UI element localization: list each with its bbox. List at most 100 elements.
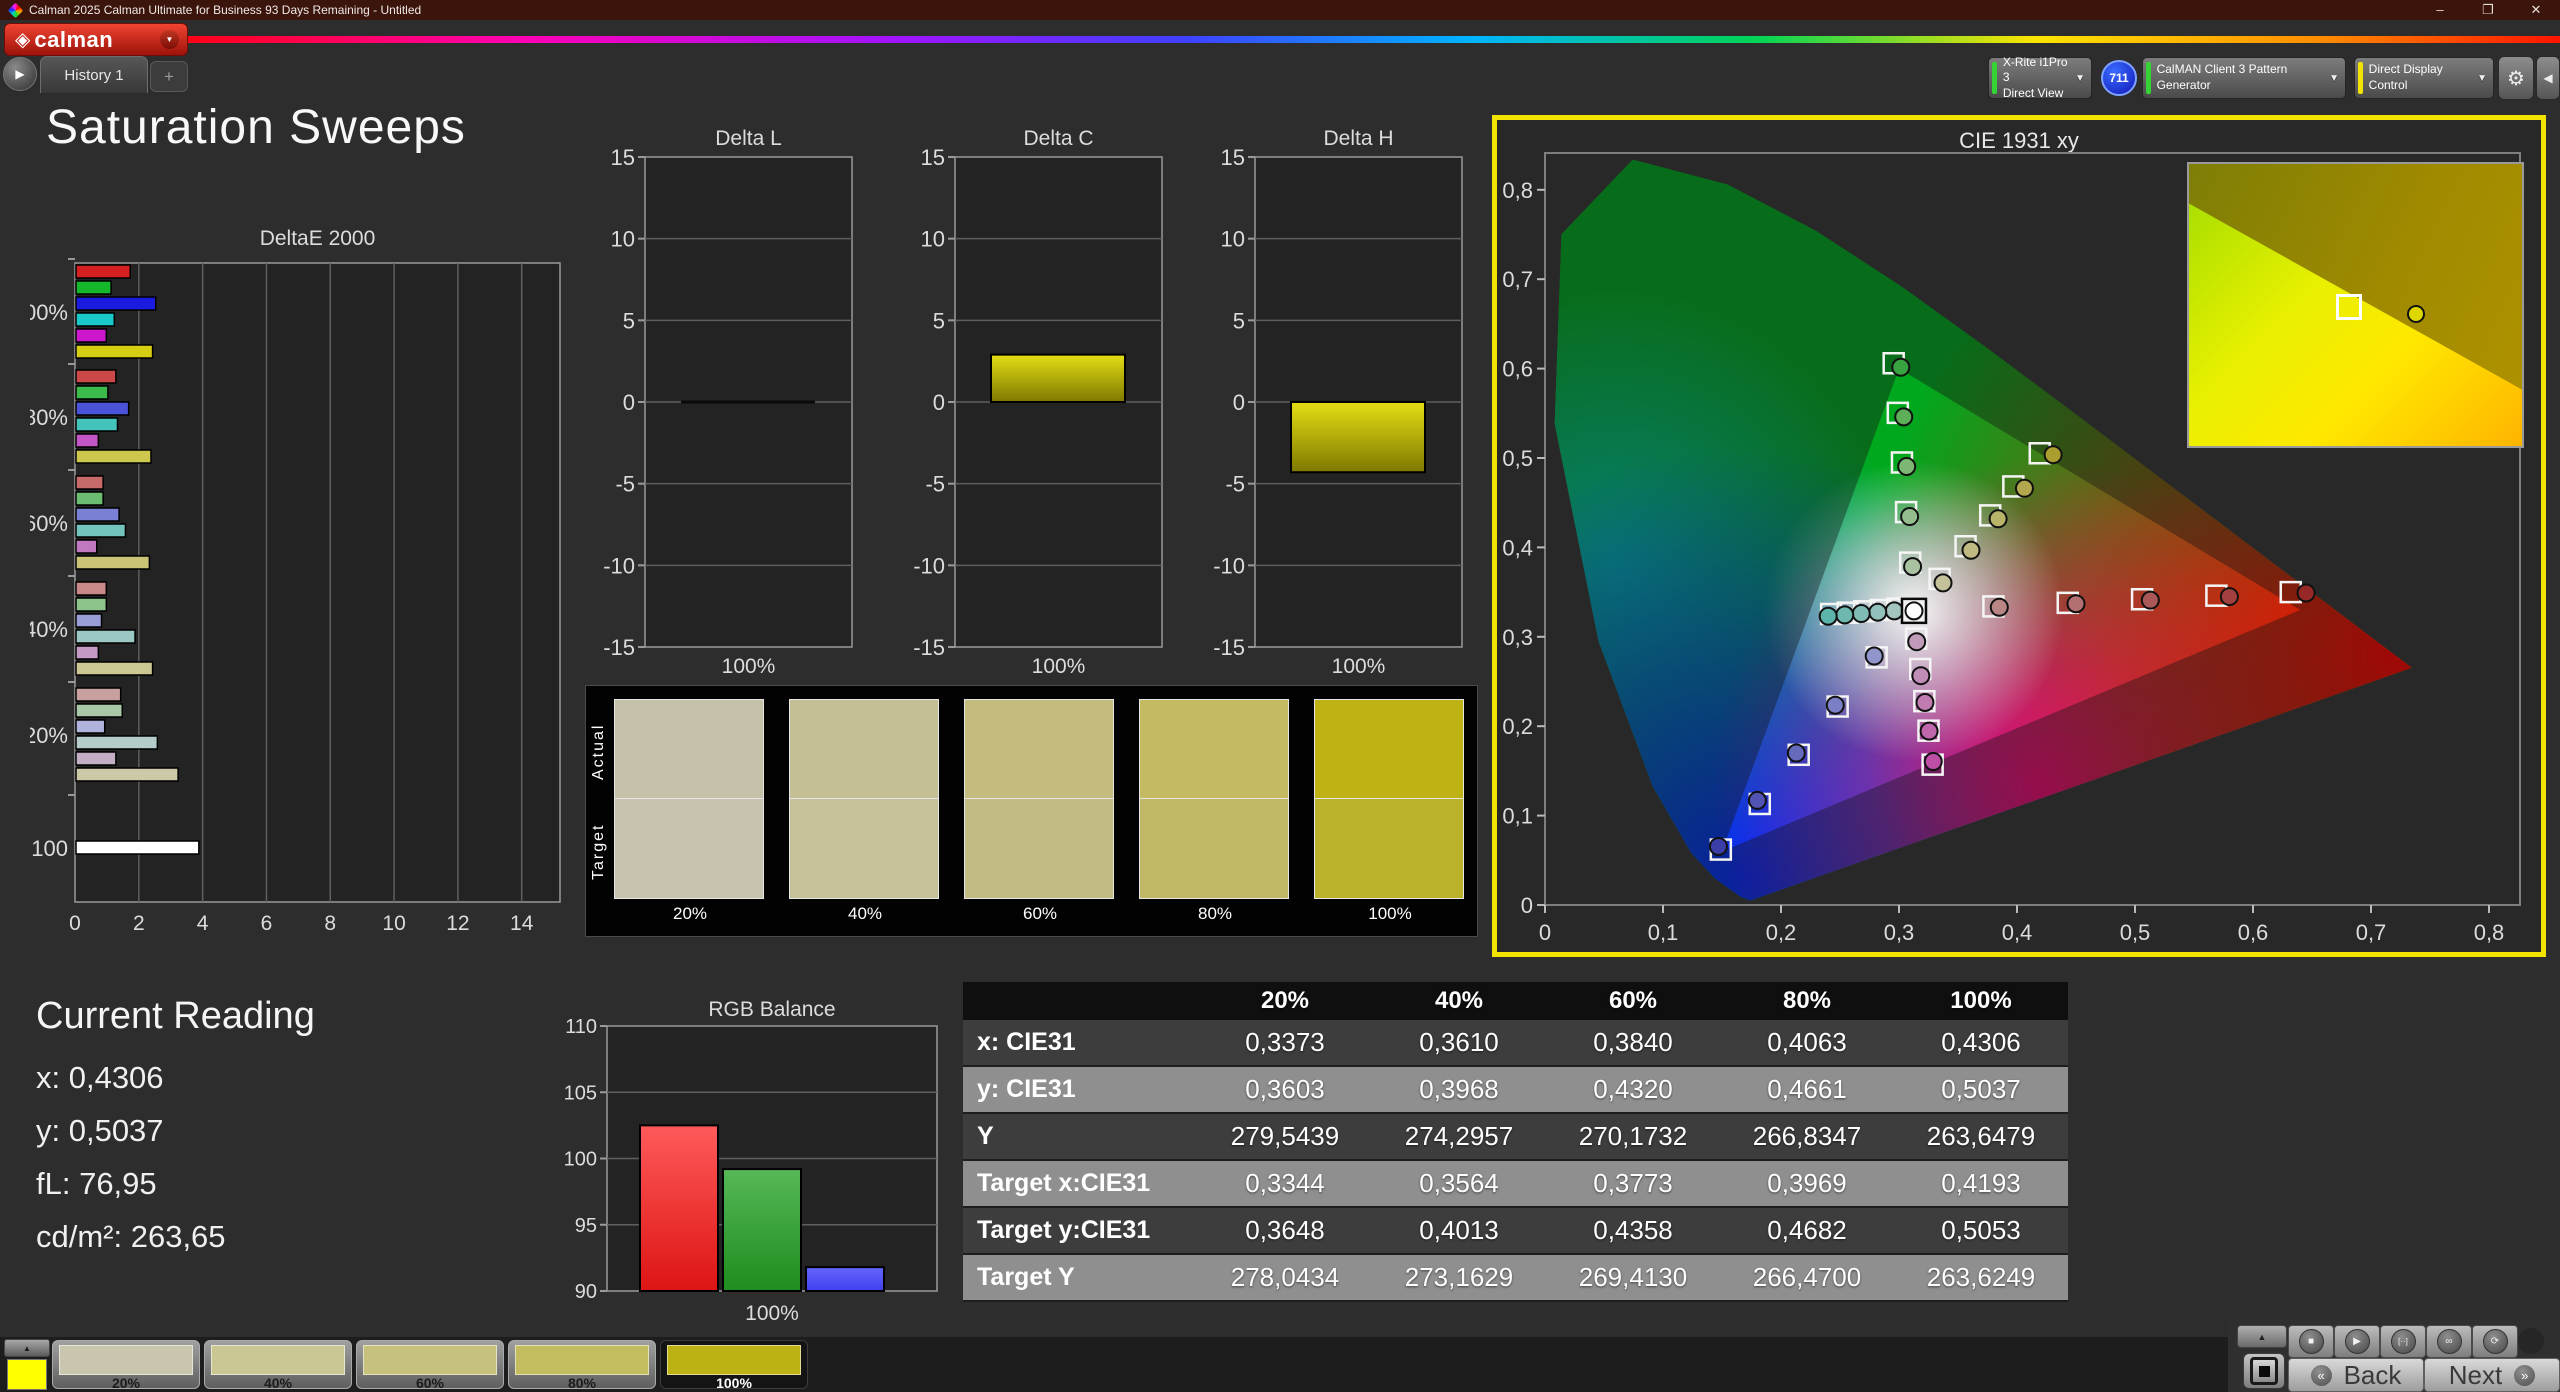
svg-text:-10: -10 (913, 553, 945, 578)
table-row-label: x: CIE31 (977, 1028, 1076, 1056)
pattern-panel-expand-button[interactable]: ▲ (4, 1339, 50, 1357)
table-cell: 0,4013 (1419, 1215, 1499, 1245)
table-cell: 0,4320 (1593, 1074, 1673, 1104)
table-row: x: CIE31 0,3373 0,3610 0,3840 0,4063 0,4306 (963, 1020, 2068, 1067)
table-cell: 0,3968 (1419, 1074, 1499, 1104)
svg-text:10: 10 (921, 227, 945, 252)
transport-expand-button[interactable]: ▲ (2237, 1325, 2287, 1348)
swatch-column-100%: 100% (1314, 699, 1466, 924)
actual-target-swatch-panel: Actual Target 20% 40% 60% 80% 100% (585, 685, 1478, 937)
svg-text:5: 5 (933, 308, 945, 333)
refresh-button[interactable]: ⟳ (2472, 1325, 2518, 1358)
target-swatch (789, 799, 939, 899)
svg-text:110: 110 (565, 1016, 597, 1038)
svg-text:0,7: 0,7 (1502, 267, 1533, 292)
reading-cdm2: cd/m²: 263,65 (36, 1219, 226, 1254)
svg-text:0: 0 (69, 912, 81, 935)
current-reading-title: Current Reading (36, 995, 315, 1037)
minimize-button[interactable]: – (2416, 0, 2464, 20)
table-cell: 274,2957 (1404, 1121, 1514, 1151)
svg-text:0: 0 (1233, 390, 1245, 415)
table-cell: 270,1732 (1578, 1121, 1688, 1151)
source-status-bar (2146, 62, 2151, 94)
table-cell: 0,5053 (1941, 1215, 2021, 1245)
meter-device-button[interactable]: X-Rite i1Pro 3 Direct View ▼ (1988, 55, 2092, 100)
back-button[interactable]: « Back (2288, 1358, 2424, 1392)
restore-button[interactable]: ❐ (2464, 0, 2512, 20)
stop-square-icon (2250, 1357, 2278, 1385)
table-row: Target x:CIE31 0,3344 0,3564 0,3773 0,3969 0,… (963, 1161, 2068, 1208)
table-cell: 263,6249 (1926, 1262, 2036, 1292)
pattern-button-60%[interactable]: 60% (356, 1340, 504, 1391)
table-row: y: CIE31 0,3603 0,3968 0,4320 0,4661 0,5037 (963, 1067, 2068, 1114)
pattern-button-40%[interactable]: 40% (204, 1340, 352, 1391)
refresh-icon: ⟳ (2490, 1336, 2500, 1347)
chevron-down-icon: ▼ (2075, 72, 2085, 84)
svg-text:0,5: 0,5 (2120, 920, 2151, 945)
table-cell: 0,3564 (1419, 1168, 1499, 1198)
svg-text:0,6: 0,6 (1502, 357, 1533, 382)
next-button[interactable]: Next » (2424, 1358, 2560, 1392)
svg-text:Delta C: Delta C (1023, 127, 1093, 150)
pattern-button-label: 40% (263, 1375, 293, 1391)
table-cell: 266,4700 (1752, 1262, 1862, 1292)
svg-text:10: 10 (611, 227, 635, 252)
svg-text:0: 0 (1521, 893, 1533, 918)
svg-text:5: 5 (1233, 308, 1245, 333)
svg-text:60%: 60% (30, 511, 68, 536)
svg-text:100: 100 (564, 1149, 597, 1171)
display-device-button[interactable]: Direct Display Control ▼ (2354, 57, 2494, 99)
tab-history-1[interactable]: History 1 (40, 56, 148, 93)
frame-icon: [··] (2398, 1337, 2408, 1346)
svg-text:DeltaE 2000: DeltaE 2000 (260, 227, 376, 250)
settings-button[interactable]: ⚙ (2498, 56, 2534, 100)
tab-scroll-button[interactable]: ▶ (3, 57, 37, 91)
svg-text:RGB Balance: RGB Balance (708, 998, 835, 1021)
table-cell: 0,3610 (1419, 1027, 1499, 1057)
pattern-button-20%[interactable]: 20% (52, 1340, 200, 1391)
rgb-balance-chart: RGB Balance 110 105 100 95 90 100% (564, 998, 938, 1325)
chevron-down-icon: ▼ (2329, 72, 2339, 84)
close-button[interactable]: ✕ (2512, 0, 2560, 20)
svg-text:100%: 100% (1332, 655, 1386, 678)
target-swatch (614, 799, 764, 899)
loop-button[interactable]: ∞ (2426, 1325, 2472, 1358)
frame-step-button[interactable]: [··] (2380, 1325, 2426, 1358)
calman-menu-button[interactable]: ◈ calman ▼ (4, 23, 188, 56)
source-device-button[interactable]: CalMAN Client 3 Pattern Generator ▼ (2142, 57, 2346, 99)
svg-text:0,7: 0,7 (2356, 920, 2387, 945)
svg-text:0,4: 0,4 (2002, 920, 2033, 945)
play-button[interactable]: ▶ (2334, 1325, 2380, 1358)
table-cell: 279,5439 (1230, 1121, 1340, 1151)
target-row-label: Target (590, 823, 607, 881)
back-label: Back (2343, 1359, 2402, 1390)
stop-button[interactable]: ■ (2288, 1325, 2334, 1358)
display-status-bar (2358, 62, 2363, 94)
table-cell: 0,4193 (1941, 1168, 2021, 1198)
cie-inset-target-marker (2335, 293, 2362, 320)
collapse-toolbar-button[interactable]: ◀ (2536, 56, 2560, 100)
swatch-column-80%: 80% (1139, 699, 1291, 924)
svg-text:100%: 100% (722, 655, 776, 678)
pattern-button-80%[interactable]: 80% (508, 1340, 656, 1391)
pattern-button-label: 60% (415, 1375, 445, 1391)
disabled-transport-button (2518, 1328, 2544, 1354)
cie-1931-panel: CIE 1931 xy 0 0,1 0,2 0,3 0,4 0,5 0,6 0,7 0,8 0 0,… (1492, 115, 2546, 957)
svg-text:6: 6 (261, 912, 273, 935)
chevron-up-icon: ▲ (23, 1343, 31, 1353)
stop-pattern-button[interactable] (2243, 1353, 2285, 1389)
table-cell: 0,3373 (1245, 1027, 1325, 1057)
table-cell: 273,1629 (1404, 1262, 1514, 1292)
table-cell: 0,4358 (1593, 1215, 1673, 1245)
svg-text:-15: -15 (913, 635, 945, 660)
table-cell: 0,4682 (1767, 1215, 1847, 1245)
svg-text:4: 4 (197, 912, 209, 935)
pattern-button-100%[interactable]: 100% (660, 1340, 808, 1391)
pattern-swatch (59, 1345, 193, 1375)
meter-count-badge[interactable]: 711 (2101, 60, 2137, 96)
svg-text:100: 100 (31, 836, 68, 861)
table-cell: 0,3840 (1593, 1027, 1673, 1057)
chevron-up-icon: ▲ (2257, 1331, 2267, 1342)
table-cell: 263,6479 (1926, 1121, 2036, 1151)
add-tab-button[interactable]: + (150, 61, 188, 92)
